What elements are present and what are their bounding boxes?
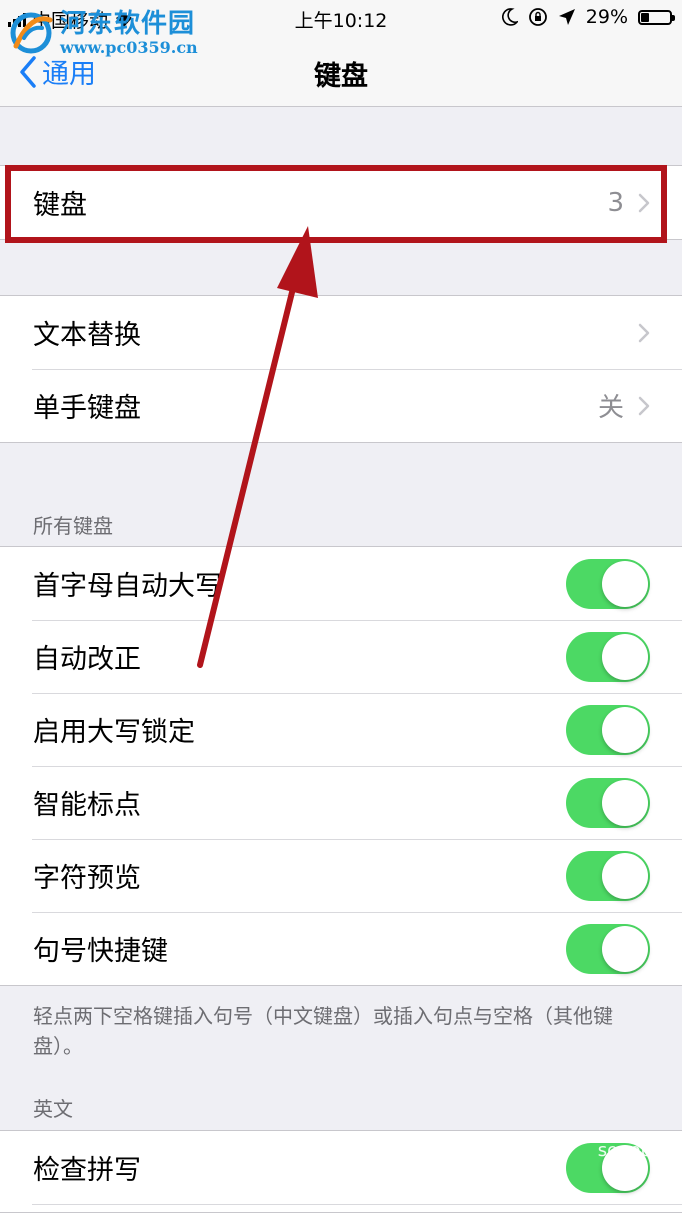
one-handed-keyboard-value: 关: [597, 393, 624, 423]
toggle-knob: [602, 707, 648, 753]
toggle-row: 句号快捷键: [0, 912, 682, 985]
toggle-row: 自动改正: [0, 620, 682, 693]
site-watermark: 河东软件园 www.pc0359.cn: [6, 8, 198, 58]
battery-fill: [641, 12, 650, 22]
moon-icon: [501, 8, 518, 26]
corner-watermark: sogou: [597, 1140, 652, 1161]
list-item: [0, 1204, 682, 1212]
auto-capitalization-label: 首字母自动大写: [33, 571, 222, 602]
one-handed-keyboard-right: 关: [598, 369, 650, 442]
text-replacement-label: 文本替换: [33, 320, 141, 351]
english-group: 检查拼写: [0, 1130, 682, 1213]
toggle-row: 检查拼写: [0, 1131, 682, 1204]
period-shortcut-toggle[interactable]: [566, 924, 650, 974]
section-header-all-keyboards: 所有键盘: [33, 514, 113, 538]
rotation-lock-icon: [528, 8, 547, 26]
watermark-title: 河东软件园: [60, 8, 196, 39]
toggle-row: 字符预览: [0, 839, 682, 912]
toggle-knob: [602, 926, 648, 972]
chevron-right-icon: [638, 323, 650, 342]
smart-punctuation-toggle[interactable]: [566, 778, 650, 828]
highlight-annotation-box: [5, 165, 667, 243]
watermark-logo-icon: [10, 12, 53, 54]
all-keyboards-group: 首字母自动大写 自动改正 启用大写锁定 智能标点 字符预览 句号快捷键: [0, 546, 682, 986]
caps-lock-label: 启用大写锁定: [33, 717, 195, 748]
toggle-row: 启用大写锁定: [0, 693, 682, 766]
watermark-text: 河东软件园 www.pc0359.cn: [60, 10, 198, 56]
check-spelling-label: 检查拼写: [33, 1155, 141, 1186]
one-handed-keyboard-label: 单手键盘: [33, 393, 141, 424]
text-replacement-right: [624, 296, 650, 369]
chevron-right-icon: [638, 396, 650, 415]
text-group: 文本替换 单手键盘 关: [0, 295, 682, 443]
period-shortcut-footer: 轻点两下空格键插入句号（中文键盘）或插入句点与空格（其他键盘）。: [33, 1004, 613, 1058]
period-shortcut-label: 句号快捷键: [33, 936, 168, 967]
watermark-url: www.pc0359.cn: [60, 37, 198, 57]
toggle-knob: [602, 780, 648, 826]
auto-capitalization-toggle[interactable]: [566, 559, 650, 609]
auto-correction-label: 自动改正: [33, 644, 141, 675]
section-header-english: 英文: [33, 1097, 73, 1121]
location-icon: [558, 9, 575, 25]
toggle-row: 智能标点: [0, 766, 682, 839]
auto-correction-toggle[interactable]: [566, 632, 650, 682]
text-replacement-row[interactable]: 文本替换: [0, 296, 682, 369]
toggle-knob: [602, 853, 648, 899]
toggle-row: 首字母自动大写: [0, 547, 682, 620]
battery-icon: [638, 9, 675, 25]
status-right: 29%: [501, 6, 675, 28]
character-preview-toggle[interactable]: [566, 851, 650, 901]
page-title: 键盘: [314, 61, 368, 92]
smart-punctuation-label: 智能标点: [33, 790, 141, 821]
toggle-knob: [602, 561, 648, 607]
character-preview-label: 字符预览: [33, 863, 141, 894]
one-handed-keyboard-row[interactable]: 单手键盘 关: [0, 369, 682, 442]
toggle-knob: [602, 634, 648, 680]
caps-lock-toggle[interactable]: [566, 705, 650, 755]
battery-percent: 29%: [585, 6, 628, 28]
